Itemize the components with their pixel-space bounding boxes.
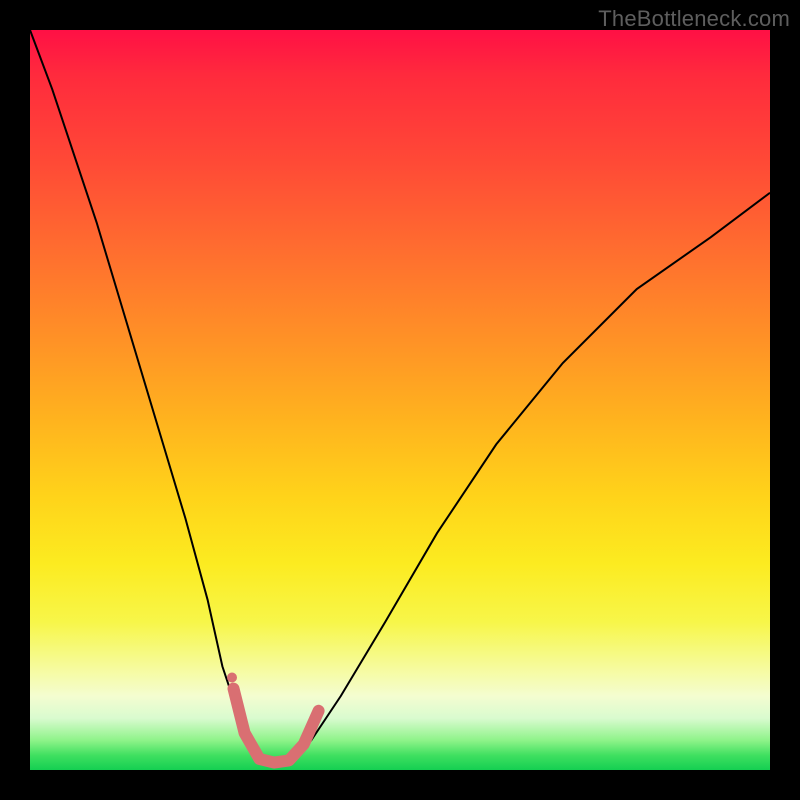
- plot-area: [30, 30, 770, 770]
- chart-frame: TheBottleneck.com: [0, 0, 800, 800]
- bottleneck-curve: [30, 30, 770, 766]
- marker-dot-icon: [227, 673, 237, 683]
- curve-layer: [30, 30, 770, 770]
- watermark-text: TheBottleneck.com: [598, 6, 790, 32]
- minimum-highlight: [234, 689, 319, 763]
